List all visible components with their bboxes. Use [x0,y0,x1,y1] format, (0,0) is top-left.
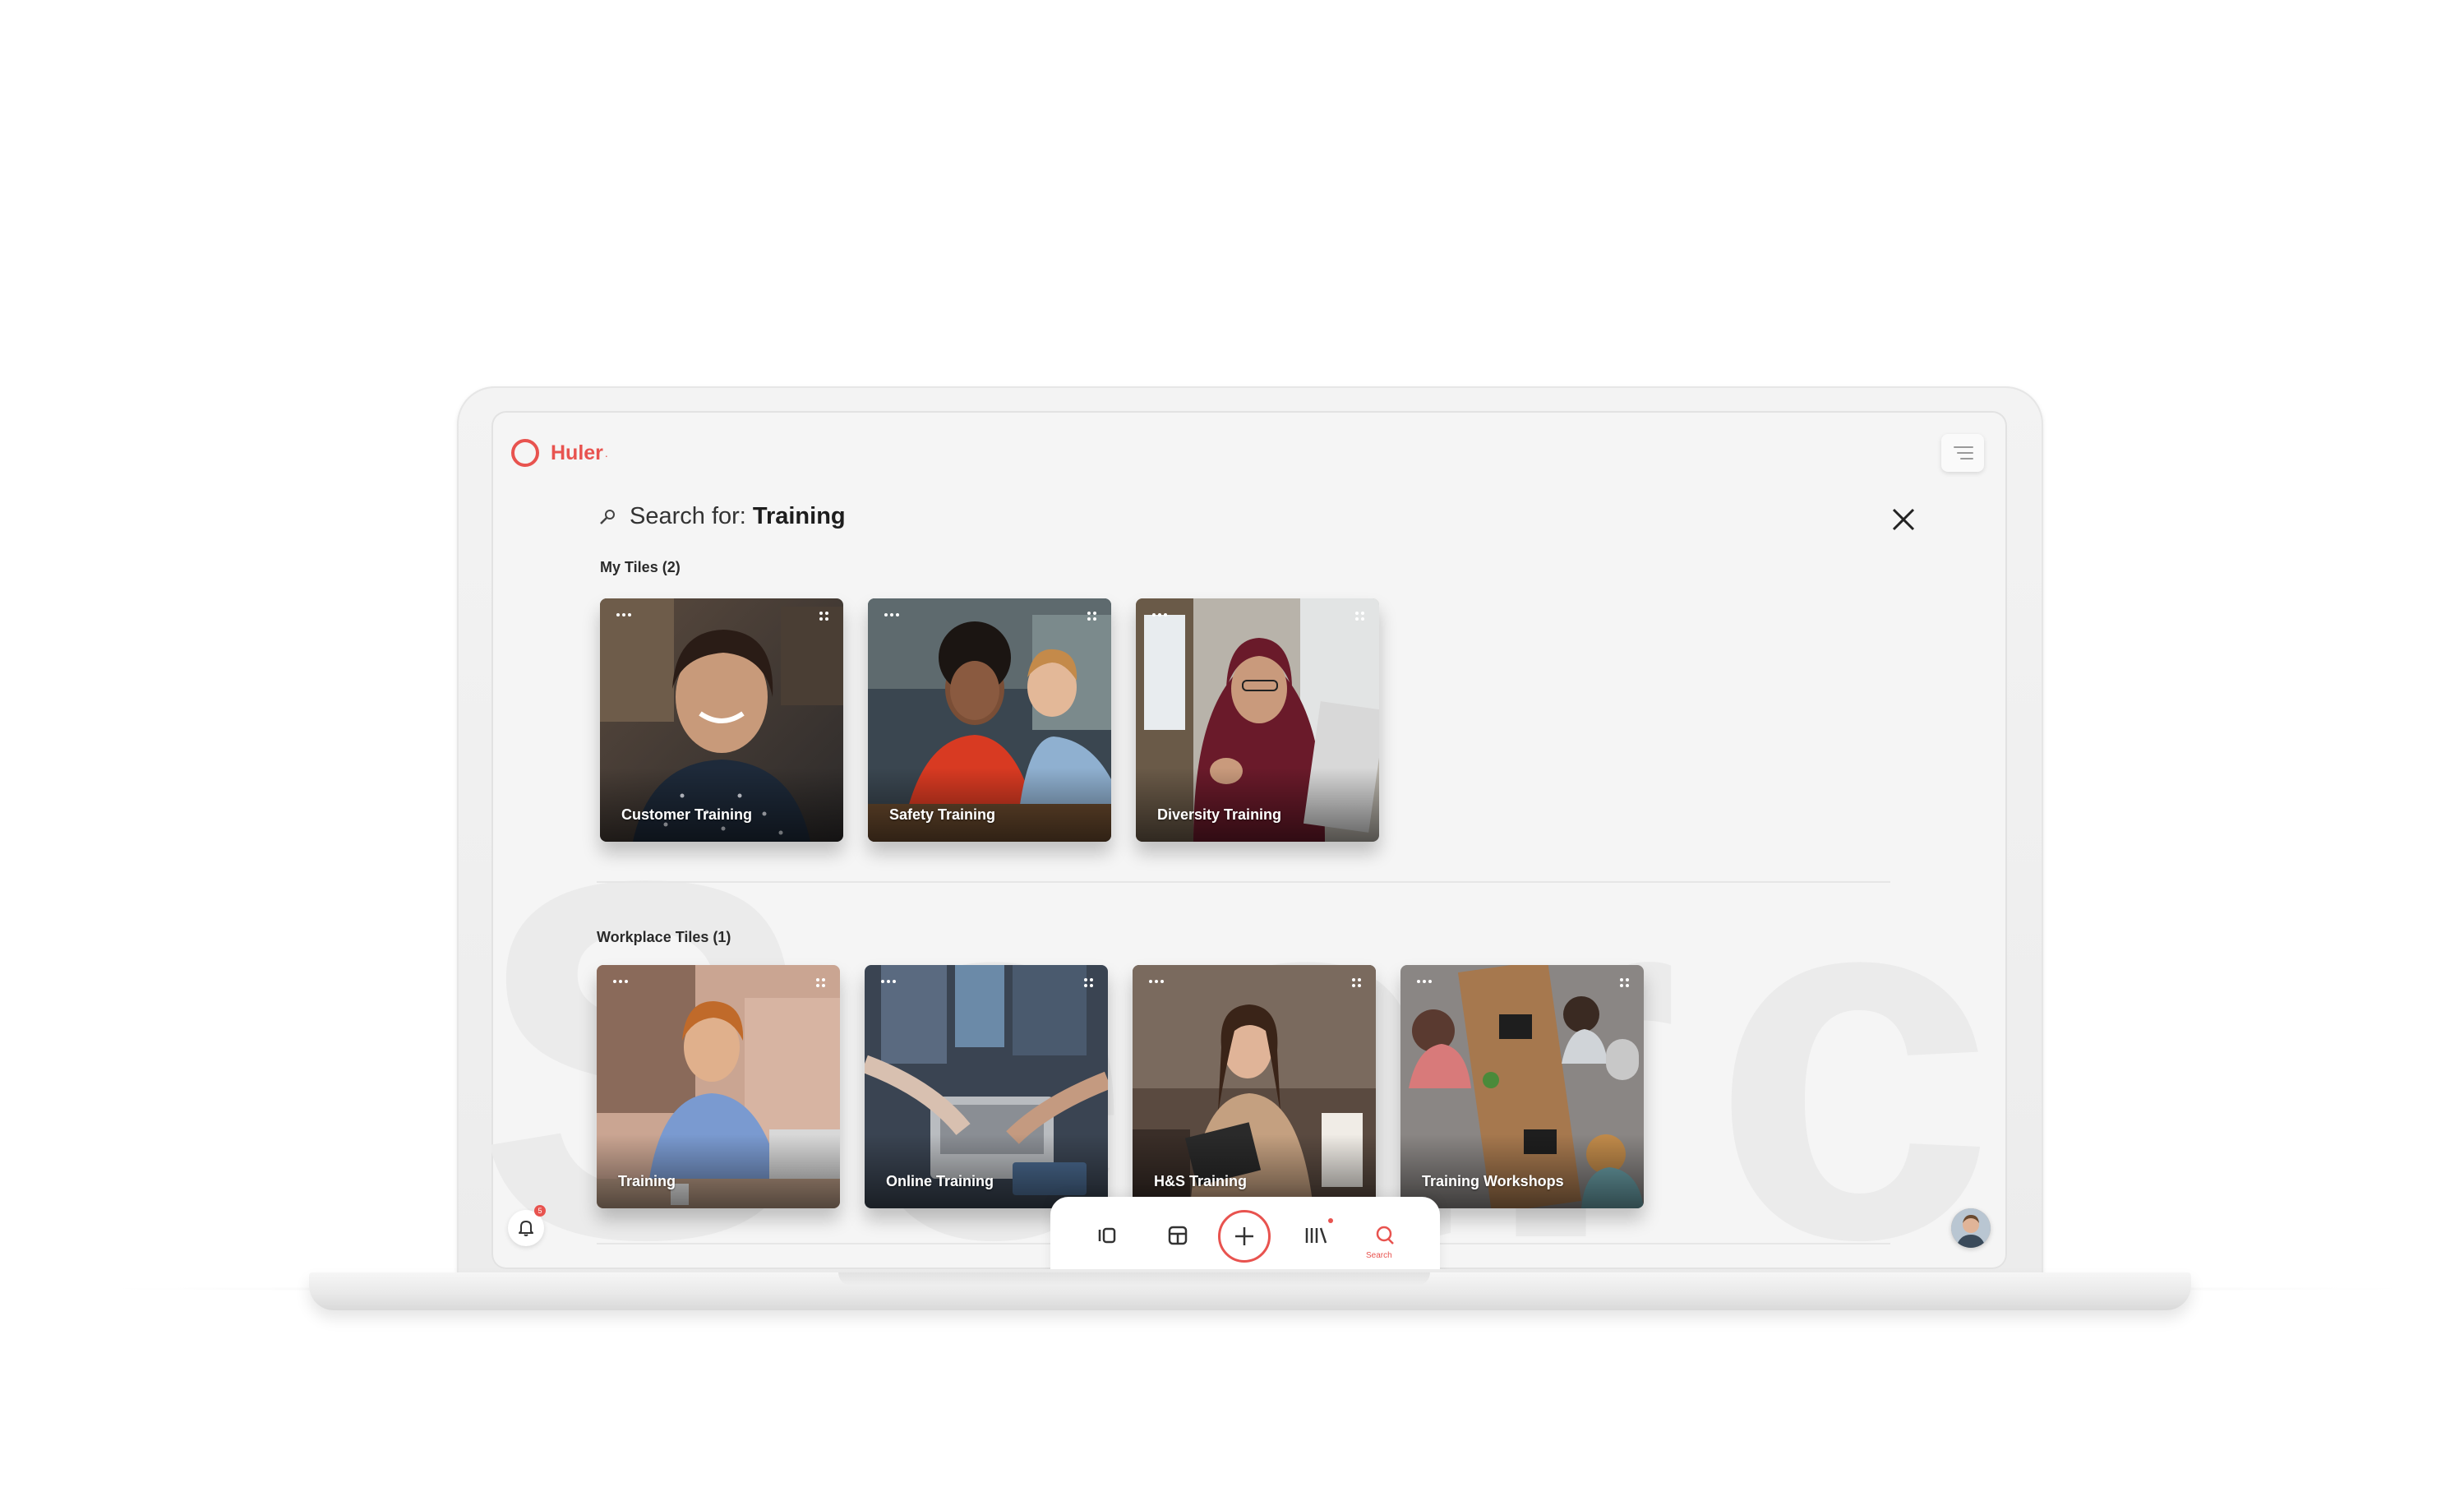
menu-line-icon [1960,458,1973,459]
dashboard-icon [1168,1226,1188,1245]
logo-ring-icon [511,439,539,467]
cards-icon [1098,1227,1116,1244]
section-divider [597,881,1890,883]
search-query: Training [752,503,846,529]
nav-search-button[interactable] [1371,1221,1399,1249]
tile-shade [868,768,1111,842]
workplace-tiles-heading: Workplace Tiles (1) [597,929,731,945]
huler-logo[interactable]: Huler . [511,439,608,467]
more-options-icon[interactable] [881,980,896,983]
user-avatar[interactable] [1951,1208,1991,1248]
add-button[interactable] [1218,1210,1271,1263]
tile-shade [597,1134,840,1208]
tile-safety-training[interactable]: Safety Training [868,598,1111,842]
tile-shade [1136,768,1379,842]
menu-button[interactable] [1941,434,1984,472]
notification-badge: 5 [534,1205,546,1217]
drag-handle-icon[interactable] [1087,612,1096,621]
more-options-icon[interactable] [1149,980,1164,983]
more-options-icon[interactable] [1417,980,1432,983]
nav-dashboard-button[interactable] [1164,1221,1192,1249]
my-tiles-heading: My Tiles (2) [600,559,681,575]
nav-cards-button[interactable] [1093,1221,1121,1249]
tile-title: Training [618,1173,676,1189]
more-options-icon[interactable] [616,613,631,616]
search-heading: Search for: Training [598,503,846,530]
tile-online-training[interactable]: Online Training [865,965,1108,1208]
more-options-icon[interactable] [613,980,628,983]
more-options-icon[interactable] [1152,613,1167,616]
search-icon [1376,1226,1394,1244]
plus-icon [1235,1227,1253,1245]
menu-line-icon [1957,452,1973,454]
more-options-icon[interactable] [884,613,899,616]
drag-handle-icon[interactable] [819,612,828,621]
bottom-navbar: Search [1050,1197,1440,1269]
drag-handle-icon[interactable] [816,978,825,987]
tile-title: Training Workshops [1422,1173,1564,1189]
search-icon [600,509,615,524]
nav-search-label: Search [1366,1251,1392,1260]
bell-icon [519,1221,533,1236]
tile-diversity-training[interactable]: Diversity Training [1136,598,1379,842]
logo-text: Huler [551,441,603,464]
search-prefix: Search for: [630,503,746,529]
menu-line-icon [1954,446,1973,448]
avatar-image [1951,1208,1991,1248]
nav-library-button[interactable] [1302,1221,1330,1249]
library-icon [1305,1227,1327,1244]
tile-title: Customer Training [621,806,753,823]
tile-title: H&S Training [1154,1173,1248,1189]
tile-title: Online Training [886,1173,994,1189]
logo-dot-icon: . [604,446,608,459]
tile-training-workshops[interactable]: Training Workshops [1400,965,1644,1208]
drag-handle-icon[interactable] [1352,978,1361,987]
tile-hs-training[interactable]: H&S Training [1133,965,1376,1208]
drag-handle-icon[interactable] [1084,978,1093,987]
tile-title: Diversity Training [1157,806,1282,823]
tile-customer-training[interactable]: Customer Training [600,598,843,842]
drag-handle-icon[interactable] [1620,978,1629,987]
app-screen: Search Huler . Search for: Training My T… [491,411,2007,1269]
laptop-notch [838,1272,1430,1286]
close-icon[interactable] [1890,506,1917,533]
library-indicator-dot [1328,1218,1333,1223]
tile-title: Safety Training [889,806,996,823]
tile-shade [600,768,843,842]
tile-shade [1400,1134,1644,1208]
drag-handle-icon[interactable] [1355,612,1364,621]
tile-training[interactable]: Training [597,965,840,1208]
